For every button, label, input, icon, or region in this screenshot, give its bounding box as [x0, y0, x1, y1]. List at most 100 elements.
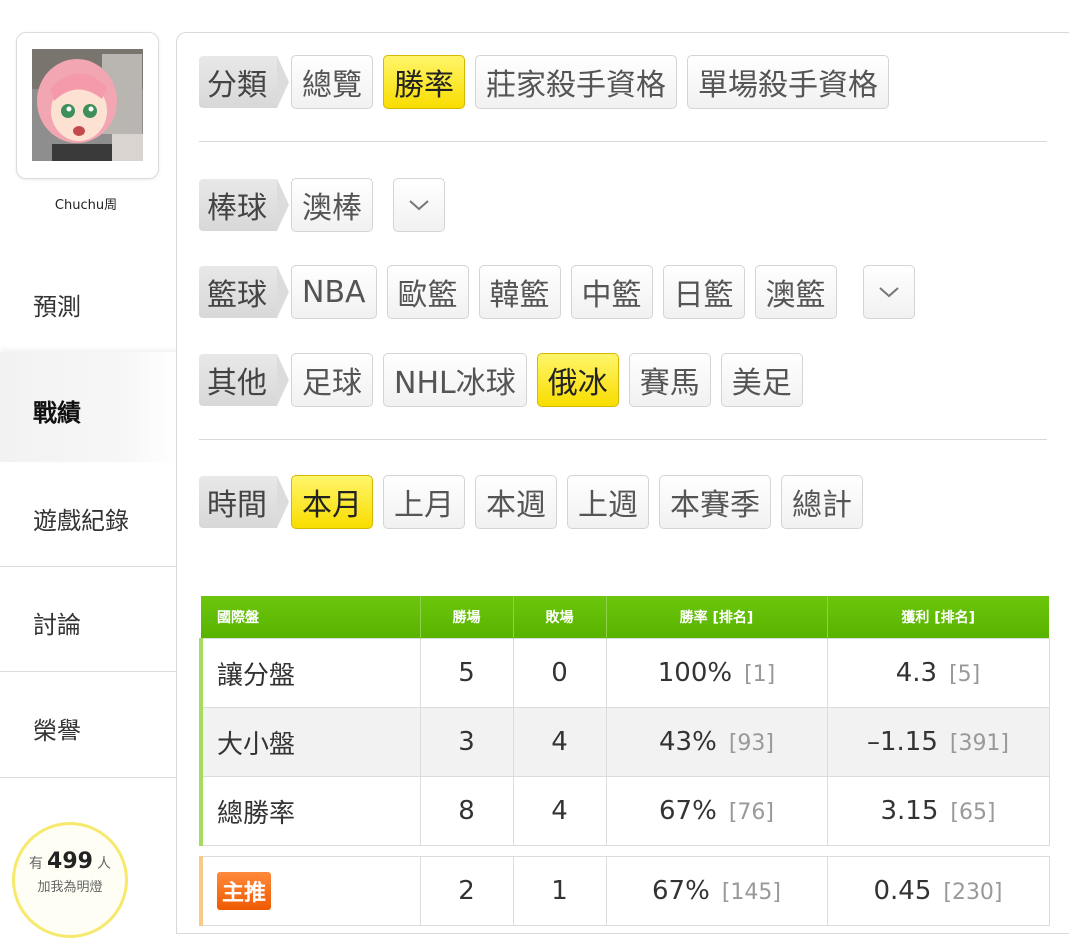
cell-win-rate: 100% [1] — [605, 638, 828, 708]
baseball-more-button[interactable] — [393, 178, 445, 232]
win-rate-value: 67% — [652, 876, 710, 906]
league-aus-basketball[interactable]: 澳籃 — [754, 265, 837, 319]
nav-item-label: 榮譽 — [33, 717, 81, 745]
main-pick-row: 主推 2 1 67% [145] 0.45 [230] — [199, 856, 1050, 926]
league-euro-basketball[interactable]: 歐籃 — [386, 265, 469, 319]
stats-table: 國際盤 勝場 敗場 勝率 [排名] 獲利 [排名] 讓分盤 5 0 100% [1… — [199, 596, 1050, 926]
league-nhl[interactable]: NHL冰球 — [383, 353, 527, 407]
baseball-filter-row: 棒球 澳棒 — [199, 176, 445, 234]
win-rate-rank: [76] — [728, 800, 774, 825]
username[interactable]: Chuchu周 — [0, 194, 172, 213]
league-korea-basketball[interactable]: 韓籃 — [478, 265, 561, 319]
chevron-down-icon — [409, 200, 429, 211]
table-header-row: 國際盤 勝場 敗場 勝率 [排名] 獲利 [排名] — [201, 596, 1049, 639]
profit-value: 0.45 — [873, 876, 932, 906]
avatar-image — [32, 49, 143, 161]
profit-value: 4.3 — [895, 658, 938, 688]
time-last-week[interactable]: 上週 — [567, 475, 649, 529]
column-header-profit: 獲利 [排名] — [826, 596, 1049, 639]
league-nfl[interactable]: 美足 — [720, 353, 803, 407]
league-khl[interactable]: 俄冰 — [536, 353, 619, 407]
cell-losses: 4 — [512, 776, 607, 846]
cell-losses: 0 — [512, 638, 607, 708]
cell-win-rate: 67% [145] — [605, 856, 828, 926]
fans-count: 499 — [47, 849, 93, 874]
section-divider — [199, 141, 1047, 142]
time-filter-row: 時間 本月 上月 本週 上週 本賽季 總計 — [199, 473, 873, 531]
cell-market-type: 大小盤 — [199, 707, 421, 777]
cell-profit: 4.3 [5] — [826, 638, 1050, 708]
column-header-win-rate: 勝率 [排名] — [605, 596, 827, 639]
fans-count-line: 有 499 人 — [15, 849, 125, 874]
tab-overview[interactable]: 總覽 — [291, 55, 373, 109]
baseball-label: 棒球 — [199, 179, 289, 231]
fans-caption: 加我為明燈 — [37, 880, 103, 895]
nav-item-label: 預測 — [33, 293, 81, 321]
cell-profit: 0.45 [230] — [826, 856, 1050, 926]
time-last-month[interactable]: 上月 — [383, 475, 465, 529]
cell-wins: 5 — [419, 638, 514, 708]
tab-single-killer[interactable]: 單場殺手資格 — [687, 55, 889, 109]
league-abl[interactable]: 澳棒 — [291, 178, 373, 232]
nav-item-label: 遊戲紀錄 — [33, 507, 129, 535]
cell-wins: 2 — [419, 856, 514, 926]
table-row: 讓分盤 5 0 100% [1] 4.3 [5] — [199, 638, 1050, 708]
win-rate-rank: [145] — [721, 880, 781, 905]
column-header-wins: 勝場 — [419, 596, 513, 639]
table-row: 大小盤 3 4 43% [93] –1.15 [391] — [199, 707, 1050, 777]
league-horse-racing[interactable]: 賽馬 — [628, 353, 711, 407]
sidebar: Chuchu周 預測 戰績 遊戲紀錄 討論 榮譽 有 499 人 加我為明燈 — [0, 0, 180, 938]
fans-suffix: 人 — [96, 856, 111, 872]
time-this-week[interactable]: 本週 — [475, 475, 557, 529]
time-label: 時間 — [199, 476, 289, 528]
category-label: 分類 — [199, 56, 289, 108]
time-this-month[interactable]: 本月 — [291, 475, 373, 529]
nav-item-label: 戰績 — [33, 399, 81, 427]
profit-value: –1.15 — [866, 727, 938, 757]
cell-losses: 1 — [512, 856, 607, 926]
cell-wins: 3 — [419, 707, 514, 777]
tab-banker-killer[interactable]: 莊家殺手資格 — [475, 55, 677, 109]
profit-rank: [230] — [943, 880, 1003, 905]
fans-prefix: 有 — [29, 856, 44, 872]
nav-divider — [0, 566, 176, 567]
win-rate-value: 67% — [659, 796, 717, 826]
time-all[interactable]: 總計 — [781, 475, 863, 529]
cell-wins: 8 — [419, 776, 514, 846]
league-nba[interactable]: NBA — [291, 265, 377, 319]
main-pick-badge: 主推 — [217, 872, 272, 910]
other-label: 其他 — [199, 354, 289, 406]
fans-badge[interactable]: 有 499 人 加我為明燈 — [12, 822, 128, 938]
nav-active-highlight — [0, 352, 178, 462]
category-filter-row: 分類 總覽 勝率 莊家殺手資格 單場殺手資格 — [199, 53, 899, 111]
win-rate-rank: [93] — [728, 731, 774, 756]
cell-main-pick: 主推 — [199, 856, 421, 926]
column-header-market: 國際盤 — [201, 596, 420, 639]
profit-rank: [5] — [949, 662, 981, 687]
table-row: 總勝率 8 4 67% [76] 3.15 [65] — [199, 776, 1050, 846]
cell-market-type: 讓分盤 — [199, 638, 421, 708]
main-panel: 分類 總覽 勝率 莊家殺手資格 單場殺手資格 棒球 澳棒 籃球 NBA 歐籃 韓… — [176, 32, 1069, 934]
win-rate-value: 43% — [659, 727, 717, 757]
basketball-more-button[interactable] — [862, 265, 915, 319]
profit-value: 3.15 — [880, 796, 939, 826]
table-spacer — [201, 845, 1049, 857]
league-soccer[interactable]: 足球 — [291, 353, 373, 407]
cell-win-rate: 67% [76] — [605, 776, 828, 846]
nav-item-label: 討論 — [33, 611, 81, 639]
other-filter-row: 其他 足球 NHL冰球 俄冰 賽馬 美足 — [199, 351, 813, 409]
time-this-season[interactable]: 本賽季 — [659, 475, 771, 529]
tab-win-rate[interactable]: 勝率 — [383, 55, 465, 109]
league-china-basketball[interactable]: 中籃 — [570, 265, 653, 319]
profit-rank: [391] — [949, 731, 1010, 756]
league-japan-basketball[interactable]: 日籃 — [662, 265, 745, 319]
nav-divider — [0, 671, 176, 672]
section-divider — [199, 439, 1047, 440]
basketball-filter-row: 籃球 NBA 歐籃 韓籃 中籃 日籃 澳籃 — [199, 263, 915, 321]
chevron-down-icon — [878, 287, 899, 298]
column-header-losses: 敗場 — [512, 596, 606, 639]
basketball-label: 籃球 — [199, 266, 289, 318]
avatar[interactable] — [16, 32, 159, 179]
win-rate-value: 100% — [657, 658, 733, 688]
cell-losses: 4 — [512, 707, 607, 777]
